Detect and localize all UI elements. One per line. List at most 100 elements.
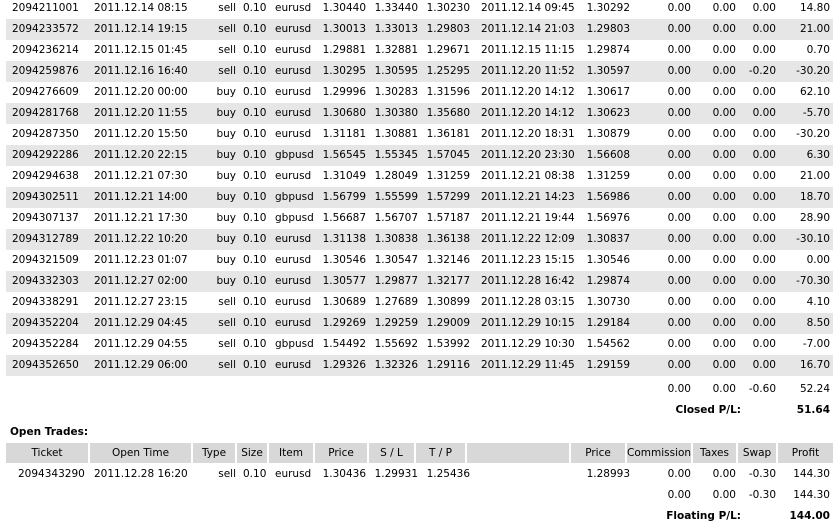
table-row: 2094294638 2011.12.21 07:30 buy 0.10 eurusd 1… (6, 166, 833, 187)
profit-cell: 21.00 (799, 170, 830, 182)
taxes-cell: 0.00 (712, 233, 736, 245)
swap-cell: 0.00 (752, 317, 776, 329)
taxes-cell: 0.00 (712, 149, 736, 161)
profit-cell: -7.00 (802, 338, 830, 350)
item-cell: eurusd (275, 170, 312, 182)
floating-pl-label: Floating P/L: (666, 510, 741, 522)
price-cell: 1.31049 (322, 170, 366, 182)
table-row: 2094276609 2011.12.20 00:00 buy 0.10 eurusd 1… (6, 82, 833, 103)
commission-cell: 0.00 (667, 254, 691, 266)
size-cell: 0.10 (243, 468, 267, 480)
price-cell: 1.29881 (322, 44, 366, 56)
table-row: 2094233572 2011.12.14 19:15 sell 0.10 eurusd… (6, 19, 833, 40)
sl-cell: 1.28049 (374, 170, 418, 182)
header-profit: Profit (778, 443, 833, 463)
swap-cell: -0.20 (748, 65, 776, 77)
table-row: 2094211001 2011.12.14 08:15 sell 0.10 eurusd… (6, 0, 833, 19)
price-cell: 1.30680 (322, 107, 366, 119)
header-current-price: Price (571, 443, 627, 463)
price-cell: 1.30440 (322, 2, 366, 14)
open-time-cell: 2011.12.21 14:00 (94, 191, 188, 203)
close-time-cell: 2011.12.20 18:31 (481, 128, 575, 140)
size-cell: 0.10 (243, 338, 267, 350)
swap-cell: 0.00 (752, 212, 776, 224)
taxes-cell: 0.00 (712, 191, 736, 203)
swap-cell: 0.00 (752, 107, 776, 119)
swap-cell: 0.00 (752, 149, 776, 161)
table-row: 2094352284 2011.12.29 04:55 sell 0.10 gbpusd… (6, 334, 833, 355)
swap-cell: 0.00 (752, 86, 776, 98)
price-cell: 1.56545 (322, 149, 366, 161)
open-time-cell: 2011.12.29 06:00 (94, 359, 188, 371)
profit-cell: 0.00 (806, 254, 830, 266)
open-time-cell: 2011.12.14 08:15 (94, 2, 188, 14)
swap-cell: 0.00 (752, 23, 776, 35)
tp-cell: 1.25436 (426, 468, 470, 480)
taxes-cell: 0.00 (712, 170, 736, 182)
price-cell: 1.30577 (322, 275, 366, 287)
item-cell: eurusd (275, 86, 312, 98)
header-swap: Swap (738, 443, 778, 463)
item-cell: eurusd (275, 44, 312, 56)
open-total-profit: 144.30 (793, 489, 830, 501)
type-cell: sell (218, 296, 236, 308)
open-time-cell: 2011.12.20 22:15 (94, 149, 188, 161)
open-time-cell: 2011.12.20 11:55 (94, 107, 188, 119)
item-cell: eurusd (275, 317, 312, 329)
ticket-cell: 2094233572 (12, 23, 79, 35)
ticket-cell: 2094352284 (12, 338, 79, 350)
sl-cell: 1.30838 (374, 233, 418, 245)
size-cell: 0.10 (243, 275, 267, 287)
item-cell: eurusd (275, 254, 312, 266)
sl-cell: 1.56707 (374, 212, 418, 224)
close-price-cell: 1.30730 (586, 296, 630, 308)
open-time-cell: 2011.12.29 04:45 (94, 317, 188, 329)
commission-cell: 0.00 (667, 359, 691, 371)
tp-cell: 1.36181 (426, 128, 470, 140)
table-row: 2094332303 2011.12.27 02:00 buy 0.10 eurusd 1… (6, 271, 833, 292)
sl-cell: 1.55599 (374, 191, 418, 203)
taxes-cell: 0.00 (712, 468, 736, 480)
closed-pl-row: Closed P/L: 51.64 (6, 400, 833, 421)
close-time-cell: 2011.12.29 11:45 (481, 359, 575, 371)
taxes-cell: 0.00 (712, 128, 736, 140)
floating-pl-value: 144.00 (789, 510, 830, 522)
close-time-cell: 2011.12.14 21:03 (481, 23, 575, 35)
ticket-cell: 2094211001 (12, 2, 79, 14)
table-row: 2094259876 2011.12.16 16:40 sell 0.10 eurusd… (6, 61, 833, 82)
taxes-cell: 0.00 (712, 2, 736, 14)
size-cell: 0.10 (243, 86, 267, 98)
profit-cell: 14.80 (799, 2, 830, 14)
close-price-cell: 1.56986 (586, 191, 630, 203)
size-cell: 0.10 (243, 233, 267, 245)
table-row: 2094302511 2011.12.21 14:00 buy 0.10 gbpusd 1… (6, 187, 833, 208)
header-item: Item (269, 443, 315, 463)
sl-cell: 1.27689 (374, 296, 418, 308)
close-time-cell: 2011.12.20 14:12 (481, 86, 575, 98)
ticket-cell: 2094307137 (12, 212, 79, 224)
close-price-cell: 1.30879 (586, 128, 630, 140)
table-row: 2094307137 2011.12.21 17:30 buy 0.10 gbpusd 1… (6, 208, 833, 229)
profit-cell: 144.30 (793, 468, 830, 480)
tp-cell: 1.57299 (426, 191, 470, 203)
open-time-cell: 2011.12.15 01:45 (94, 44, 188, 56)
taxes-cell: 0.00 (712, 359, 736, 371)
table-row: 2094287350 2011.12.20 15:50 buy 0.10 eurusd 1… (6, 124, 833, 145)
close-price-cell: 1.30546 (586, 254, 630, 266)
taxes-cell: 0.00 (712, 296, 736, 308)
close-time-cell: 2011.12.20 14:12 (481, 107, 575, 119)
close-time-cell: 2011.12.21 14:23 (481, 191, 575, 203)
swap-cell: 0.00 (752, 254, 776, 266)
sl-cell: 1.32881 (374, 44, 418, 56)
taxes-cell: 0.00 (712, 212, 736, 224)
swap-cell: -0.30 (748, 468, 776, 480)
closed-pl-value: 51.64 (796, 404, 830, 416)
ticket-cell: 2094292286 (12, 149, 79, 161)
price-cell: 1.29326 (322, 359, 366, 371)
commission-cell: 0.00 (667, 233, 691, 245)
commission-cell: 0.00 (667, 2, 691, 14)
closed-total-swap: -0.60 (748, 383, 776, 395)
item-cell: eurusd (275, 275, 312, 287)
close-price-cell: 1.30292 (586, 2, 630, 14)
type-cell: sell (218, 2, 236, 14)
